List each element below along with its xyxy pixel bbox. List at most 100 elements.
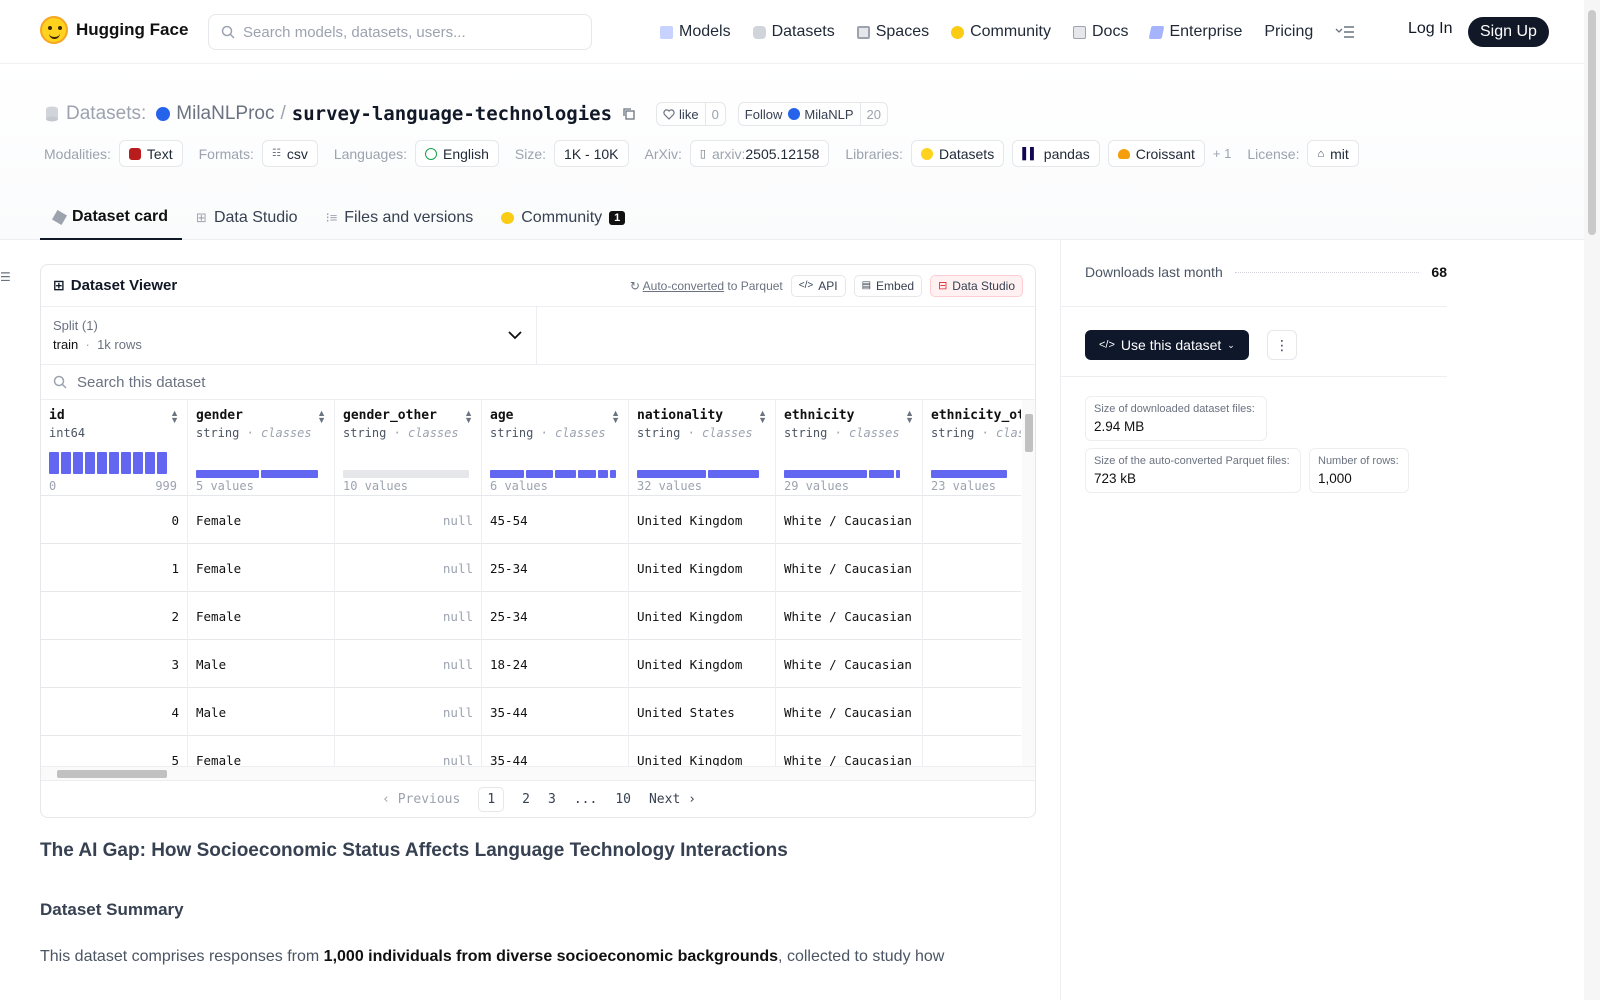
nav-spaces[interactable]: Spaces bbox=[856, 23, 929, 41]
table-cell[interactable] bbox=[923, 544, 1021, 592]
table-cell[interactable]: Male bbox=[188, 688, 335, 736]
like-button[interactable]: like 0 bbox=[656, 102, 726, 126]
distribution-segment[interactable] bbox=[578, 470, 596, 478]
nav-docs[interactable]: Docs bbox=[1073, 23, 1128, 41]
table-cell[interactable]: United Kingdom bbox=[629, 736, 776, 766]
sort-icon[interactable]: ▲ ▼ bbox=[170, 409, 179, 425]
signup-button[interactable]: Sign Up bbox=[1468, 17, 1549, 47]
datasets-prefix[interactable]: Datasets: bbox=[66, 103, 146, 125]
table-cell[interactable]: 2 bbox=[41, 592, 188, 640]
next-page-button[interactable]: Next › bbox=[649, 792, 696, 807]
column-header-ethnicity-oth[interactable]: ethnicity_othstring · clas▲▼23 values bbox=[923, 400, 1021, 496]
sort-icon[interactable]: ▲ ▼ bbox=[317, 409, 326, 425]
histogram-bar[interactable] bbox=[85, 452, 95, 474]
more-options-button[interactable]: ⋮ bbox=[1267, 330, 1297, 360]
table-cell[interactable]: 25-34 bbox=[482, 592, 629, 640]
table-cell[interactable]: null bbox=[335, 544, 482, 592]
distribution-segment[interactable] bbox=[343, 470, 469, 478]
tab-data-studio[interactable]: ⊞ Data Studio bbox=[182, 196, 312, 240]
table-row[interactable]: 1 Female null 25-34 United Kingdom White / Ca… bbox=[41, 544, 1021, 592]
split-selector[interactable]: Split (1) train · 1k rows bbox=[41, 307, 537, 364]
library-tag-croissant[interactable]: Croissant bbox=[1107, 140, 1205, 167]
language-tag-english[interactable]: English bbox=[415, 140, 499, 167]
previous-page-button[interactable]: ‹ Previous bbox=[382, 792, 460, 807]
auto-converted-link[interactable]: Auto-converted bbox=[643, 279, 724, 293]
histogram-bar[interactable] bbox=[73, 452, 83, 474]
tab-community[interactable]: Community 1 bbox=[487, 196, 639, 240]
sort-icon[interactable]: ▲ ▼ bbox=[464, 409, 473, 425]
sort-icon[interactable]: ▲ ▼ bbox=[611, 409, 620, 425]
table-cell[interactable] bbox=[923, 640, 1021, 688]
arxiv-tag[interactable]: ▯ arxiv: 2505.12158 bbox=[689, 140, 830, 167]
nav-community[interactable]: Community bbox=[951, 23, 1051, 41]
brand-logo[interactable]: Hugging Face bbox=[40, 16, 188, 44]
histogram-bar[interactable] bbox=[49, 452, 59, 474]
distribution-segment[interactable] bbox=[609, 470, 617, 478]
embed-button[interactable]: ▤ Embed bbox=[853, 274, 923, 297]
distribution-segment[interactable] bbox=[196, 470, 259, 478]
table-cell[interactable]: null bbox=[335, 688, 482, 736]
distribution-segment[interactable] bbox=[931, 470, 1007, 478]
vertical-scroll-thumb[interactable] bbox=[1025, 414, 1033, 452]
global-search[interactable] bbox=[208, 14, 592, 50]
table-cell[interactable]: Male bbox=[188, 640, 335, 688]
license-tag[interactable]: ⌂ mit bbox=[1307, 140, 1359, 167]
sidebar-toggle-icon[interactable]: ☰ bbox=[0, 270, 11, 284]
table-cell[interactable]: United Kingdom bbox=[629, 592, 776, 640]
table-cell[interactable]: 4 bbox=[41, 688, 188, 736]
table-cell[interactable] bbox=[923, 592, 1021, 640]
table-cell[interactable]: null bbox=[335, 736, 482, 766]
modality-tag-text[interactable]: Text bbox=[118, 140, 183, 167]
table-cell[interactable]: null bbox=[335, 640, 482, 688]
page-button[interactable]: 10 bbox=[615, 792, 631, 807]
login-link[interactable]: Log In bbox=[1408, 20, 1452, 38]
page-scroll-thumb[interactable] bbox=[1588, 10, 1596, 235]
sort-icon[interactable]: ▲ ▼ bbox=[758, 409, 767, 425]
table-row[interactable]: 5 Female null 35-44 United Kingdom White / Ca… bbox=[41, 736, 1021, 766]
vertical-scrollbar[interactable] bbox=[1022, 400, 1035, 766]
histogram-bar[interactable] bbox=[121, 452, 131, 474]
table-cell[interactable]: 35-44 bbox=[482, 736, 629, 766]
parquet-status[interactable]: ↻ Auto-converted to Parquet bbox=[630, 279, 783, 293]
dataset-search-input[interactable] bbox=[77, 373, 577, 391]
nav-enterprise[interactable]: Enterprise bbox=[1149, 23, 1242, 41]
table-row[interactable]: 3 Male null 18-24 United Kingdom White / Cauc… bbox=[41, 640, 1021, 688]
org-name-link[interactable]: MilaNLProc bbox=[176, 103, 274, 125]
distribution-segment[interactable] bbox=[637, 470, 707, 478]
horizontal-scroll-thumb[interactable] bbox=[57, 770, 167, 778]
dataset-search[interactable] bbox=[41, 364, 1035, 400]
table-cell[interactable]: United States bbox=[629, 688, 776, 736]
table-cell[interactable]: 25-34 bbox=[482, 544, 629, 592]
size-tag[interactable]: 1K - 10K bbox=[554, 140, 629, 167]
table-cell[interactable]: United Kingdom bbox=[629, 544, 776, 592]
column-header-age[interactable]: age string · classes ▲ ▼ 6 values bbox=[482, 400, 629, 496]
histogram-bar[interactable] bbox=[109, 452, 119, 474]
distribution-segment[interactable] bbox=[784, 470, 868, 478]
copy-icon[interactable] bbox=[622, 107, 636, 121]
table-cell[interactable] bbox=[923, 688, 1021, 736]
table-cell[interactable]: 0 bbox=[41, 496, 188, 544]
dataset-name[interactable]: survey-language-technologies bbox=[292, 103, 612, 125]
global-search-input[interactable] bbox=[243, 23, 583, 41]
table-row[interactable]: 0 Female null 45-54 United Kingdom White / Ca… bbox=[41, 496, 1021, 544]
table-cell[interactable]: null bbox=[335, 592, 482, 640]
page-scrollbar[interactable] bbox=[1584, 0, 1600, 1000]
table-cell[interactable]: 3 bbox=[41, 640, 188, 688]
nav-more-menu[interactable] bbox=[1335, 25, 1355, 39]
table-cell[interactable]: 45-54 bbox=[482, 496, 629, 544]
table-cell[interactable] bbox=[923, 496, 1021, 544]
data-studio-button[interactable]: ⊟ Data Studio bbox=[930, 274, 1023, 297]
library-tag-pandas[interactable]: ▌▌ pandas bbox=[1012, 140, 1100, 167]
distribution-segment[interactable] bbox=[597, 470, 608, 478]
table-cell[interactable]: null bbox=[335, 496, 482, 544]
histogram-bar[interactable] bbox=[145, 452, 155, 474]
library-tag-datasets[interactable]: Datasets bbox=[910, 140, 1005, 167]
table-cell[interactable]: 1 bbox=[41, 544, 188, 592]
table-cell[interactable] bbox=[923, 736, 1021, 766]
histogram-bar[interactable] bbox=[97, 452, 107, 474]
table-cell[interactable]: White / Caucasian bbox=[776, 640, 923, 688]
column-header-id[interactable]: id int64 ▲ ▼ 0 999 bbox=[41, 400, 188, 496]
table-row[interactable]: 2 Female null 25-34 United Kingdom White / Ca… bbox=[41, 592, 1021, 640]
histogram-bar[interactable] bbox=[61, 452, 71, 474]
distribution-segment[interactable] bbox=[555, 470, 577, 478]
